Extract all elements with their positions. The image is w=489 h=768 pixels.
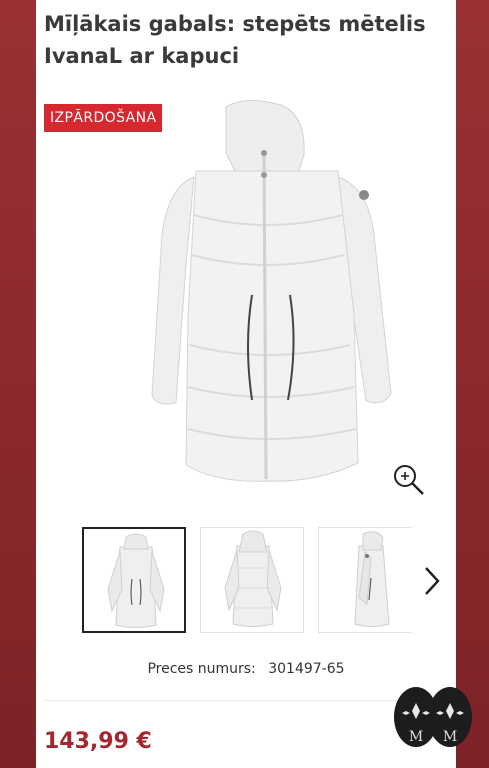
thumbnail-back[interactable]	[200, 527, 304, 633]
product-number-value: 301497-65	[268, 661, 345, 677]
svg-text:M: M	[443, 729, 457, 745]
product-title: Mīļākais gabals: stepēts mētelis IvanaL …	[44, 12, 426, 68]
brand-logo[interactable]: M M	[392, 683, 474, 749]
product-main-image[interactable]	[76, 95, 416, 505]
chevron-right-icon[interactable]	[418, 562, 446, 600]
thumbnail-side[interactable]	[318, 527, 412, 633]
product-price: 143,99 €	[44, 729, 152, 754]
svg-text:M: M	[409, 729, 423, 745]
product-number: Preces numurs: 301497-65	[36, 661, 456, 677]
thumbnail-strip	[82, 527, 412, 635]
divider	[44, 700, 448, 701]
sale-badge: IZPĀRDOŠANA	[44, 104, 163, 132]
background-left	[0, 0, 40, 768]
zoom-in-icon[interactable]	[391, 462, 427, 498]
thumbnail-front[interactable]	[82, 527, 186, 633]
product-number-label: Preces numurs:	[147, 661, 256, 677]
product-card: Mīļākais gabals: stepēts mētelis IvanaL …	[36, 0, 456, 768]
